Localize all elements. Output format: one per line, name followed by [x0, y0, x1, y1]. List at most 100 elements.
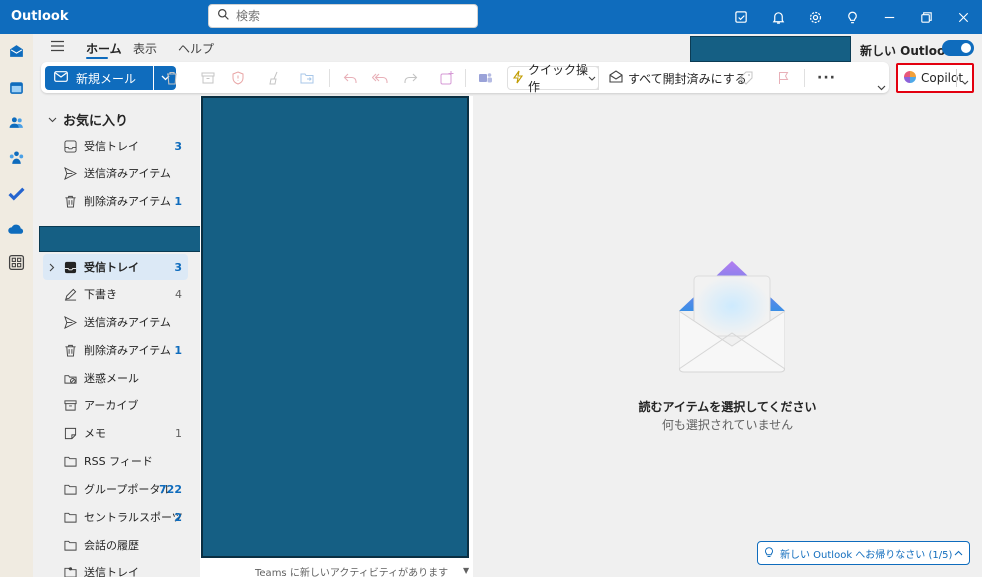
copilot-button[interactable]: Copilot: [896, 63, 974, 93]
envelope-open-icon: [609, 70, 623, 86]
folder-pane: お気に入り 受信トレイ 3 送信済みアイテム 削除済みアイテム 1 受信トレイ …: [36, 96, 200, 577]
bell-icon[interactable]: [760, 0, 797, 34]
favorites-label: お気に入り: [63, 114, 129, 129]
unread-count: 3: [174, 260, 182, 274]
mail-icon: [54, 71, 68, 85]
folder-label: 送信トレイ: [84, 566, 139, 577]
apps-icon[interactable]: [8, 254, 25, 271]
scroll-down-icon[interactable]: ▼: [463, 566, 469, 575]
empty-state-title: 読むアイテムを選択してください: [638, 400, 817, 414]
note-icon: [63, 426, 78, 441]
new-outlook-toggle[interactable]: [942, 40, 974, 56]
folder-item-outbox[interactable]: 送信トレイ: [43, 559, 188, 577]
more-options-button[interactable]: ···: [817, 70, 836, 86]
flag-icon[interactable]: [776, 70, 792, 86]
ribbon-add-icon[interactable]: [439, 70, 455, 86]
onedrive-icon[interactable]: [8, 221, 25, 238]
my-day-icon[interactable]: [723, 0, 760, 34]
teams-icon[interactable]: [477, 70, 493, 86]
gear-icon[interactable]: [797, 0, 834, 34]
calendar-icon[interactable]: [8, 79, 25, 96]
welcome-back-banner[interactable]: 新しい Outlook へお帰りなさい (1/5): [757, 541, 970, 565]
people-icon[interactable]: [8, 114, 25, 131]
folder-item-sent[interactable]: 送信済みアイテム: [43, 309, 188, 335]
report-icon[interactable]: [230, 70, 246, 86]
outbox-icon: [63, 565, 78, 577]
unread-count: 1: [174, 343, 182, 357]
tab-help[interactable]: ヘルプ: [178, 40, 214, 57]
groups-icon[interactable]: [8, 149, 25, 166]
folder-item-conversation-history[interactable]: 会話の履歴: [43, 532, 188, 558]
trash-icon: [63, 194, 78, 209]
favorites-header[interactable]: お気に入り: [48, 110, 128, 129]
item-count: 1: [175, 426, 182, 440]
send-icon: [63, 166, 78, 181]
folder-icon: [63, 482, 78, 497]
mark-all-read-label: すべて開封済みにする: [628, 71, 747, 86]
folder-label: 削除済みアイテム: [84, 195, 171, 208]
folder-icon: [63, 454, 78, 469]
todo-icon[interactable]: [8, 185, 25, 202]
send-icon: [63, 315, 78, 330]
new-mail-button[interactable]: 新規メール: [45, 66, 153, 90]
forward-icon[interactable]: [403, 70, 419, 86]
hamburger-icon[interactable]: [50, 40, 65, 55]
folder-item-archive[interactable]: アーカイブ: [43, 392, 188, 418]
lightbulb-icon[interactable]: [834, 0, 871, 34]
search-box[interactable]: [208, 4, 478, 28]
draft-icon: [63, 287, 78, 302]
folder-item-drafts[interactable]: 下書き 4: [43, 281, 188, 307]
sweep-icon[interactable]: [267, 70, 283, 86]
favorite-item-sent[interactable]: 送信済みアイテム: [43, 160, 188, 186]
junk-icon: [63, 371, 78, 386]
folder-label: RSS フィード: [84, 455, 153, 468]
folder-item-rss[interactable]: RSS フィード: [43, 448, 188, 474]
folder-item-group-portal[interactable]: グループポータル 722: [43, 476, 188, 502]
restore-icon[interactable]: [908, 0, 945, 34]
inbox-icon: [63, 139, 78, 154]
ribbon-expand-icon[interactable]: [877, 80, 886, 94]
folder-label: 受信トレイ: [84, 261, 139, 274]
tag-icon[interactable]: [738, 70, 754, 86]
folder-item-notes[interactable]: メモ 1: [43, 420, 188, 446]
folder-item-deleted[interactable]: 削除済みアイテム 1: [43, 337, 188, 363]
chevron-down-icon[interactable]: [961, 74, 969, 88]
folder-label: アーカイブ: [84, 399, 139, 412]
folder-label: 下書き: [84, 288, 117, 301]
chevron-up-icon[interactable]: [954, 548, 963, 559]
ribbon-divider: [329, 69, 330, 87]
folder-label: メモ: [84, 427, 106, 440]
tab-home[interactable]: ホーム: [86, 40, 122, 57]
mail-icon[interactable]: [8, 43, 25, 60]
folder-label: 送信済みアイテム: [84, 167, 171, 180]
folder-item-central-sports[interactable]: セントラルスポーツ 2: [43, 504, 188, 530]
folder-item-junk[interactable]: 迷惑メール: [43, 365, 188, 391]
ribbon-divider: [804, 69, 805, 87]
folder-icon: [63, 538, 78, 553]
mark-all-read-button[interactable]: すべて開封済みにする: [609, 66, 747, 90]
reply-all-icon[interactable]: [372, 70, 388, 86]
close-icon[interactable]: [945, 0, 982, 34]
chevron-down-icon: [588, 76, 595, 81]
chevron-right-icon[interactable]: [49, 262, 55, 275]
tab-view[interactable]: 表示: [133, 40, 157, 57]
minimize-icon[interactable]: [871, 0, 908, 34]
reply-icon[interactable]: [342, 70, 358, 86]
archive-icon[interactable]: [200, 70, 216, 86]
delete-icon[interactable]: [164, 70, 180, 86]
lightbulb-icon: [764, 546, 774, 561]
quick-steps-dropdown[interactable]: [585, 66, 599, 90]
ribbon-toolbar: 新規メール クイック操作 すべて開封済みにする ···: [41, 62, 889, 94]
trash-icon: [63, 343, 78, 358]
folder-item-inbox[interactable]: 受信トレイ 3: [43, 254, 188, 280]
redacted-region: [690, 36, 851, 62]
new-outlook-label: 新しい Outlook: [860, 44, 954, 58]
ribbon-divider: [465, 69, 466, 87]
folder-label: 迷惑メール: [84, 372, 139, 385]
favorite-item-deleted[interactable]: 削除済みアイテム 1: [43, 188, 188, 214]
favorite-item-inbox[interactable]: 受信トレイ 3: [43, 133, 188, 159]
message-preview-partial[interactable]: Teams に新しいアクティビティがあります: [203, 564, 468, 577]
search-input[interactable]: [236, 9, 456, 23]
folder-icon: [63, 510, 78, 525]
move-icon[interactable]: [299, 70, 315, 86]
